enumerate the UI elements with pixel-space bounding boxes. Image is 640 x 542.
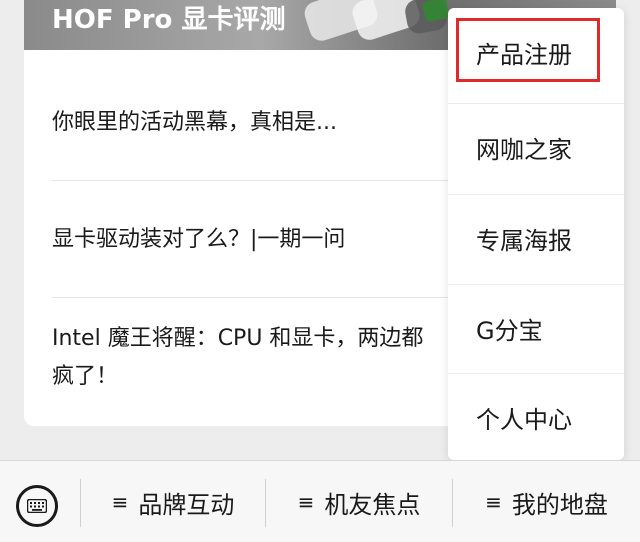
menu-lines-icon: ≡ xyxy=(485,490,502,514)
menu-my-territory[interactable]: ≡ 我的地盘 xyxy=(453,461,640,542)
menu-fan-focus[interactable]: ≡ 机友焦点 xyxy=(266,461,452,542)
menu-item-personal-center[interactable]: 个人中心 xyxy=(448,373,624,461)
menu-item-label: 专属海报 xyxy=(476,227,572,255)
article-title: 你眼里的活动黑幕，真相是... xyxy=(52,110,337,135)
menu-item-internet-cafe-home[interactable]: 网咖之家 xyxy=(448,103,624,191)
menu-label: 机友焦点 xyxy=(324,490,421,519)
menu-item-g-points[interactable]: G分宝 xyxy=(448,284,624,372)
menu-label: 我的地盘 xyxy=(511,490,608,519)
wechat-official-account-page: HOF Pro 显卡评测 你眼里的活动黑幕，真相是... 显卡驱动装对了么？|一… xyxy=(0,0,640,542)
bottom-menu-bar: ≡ 品牌互动 ≡ 机友焦点 ≡ 我的地盘 xyxy=(0,460,640,542)
banner-title: HOF Pro 显卡评测 xyxy=(52,5,286,35)
menu-label: 品牌互动 xyxy=(138,490,235,519)
article-title: 显卡驱动装对了么？|一期一问 xyxy=(52,227,346,252)
menu-item-exclusive-poster[interactable]: 专属海报 xyxy=(448,194,624,282)
menu-item-product-registration[interactable]: 产品注册 xyxy=(448,8,624,96)
menu-item-label: 网咖之家 xyxy=(476,136,572,164)
menu-brand-interaction[interactable]: ≡ 品牌互动 xyxy=(81,461,265,542)
menu-item-label: 产品注册 xyxy=(476,40,572,69)
menu-lines-icon: ≡ xyxy=(297,490,315,514)
menu-item-label: 个人中心 xyxy=(476,406,572,434)
submenu-popup: 产品注册 网咖之家 专属海报 G分宝 个人中心 xyxy=(448,8,624,460)
keyboard-icon xyxy=(27,499,47,513)
keyboard-toggle-button[interactable] xyxy=(16,485,58,527)
menu-item-label: G分宝 xyxy=(476,317,543,345)
menu-lines-icon: ≡ xyxy=(111,490,129,514)
article-title-line-2: 疯了！ xyxy=(52,364,119,389)
